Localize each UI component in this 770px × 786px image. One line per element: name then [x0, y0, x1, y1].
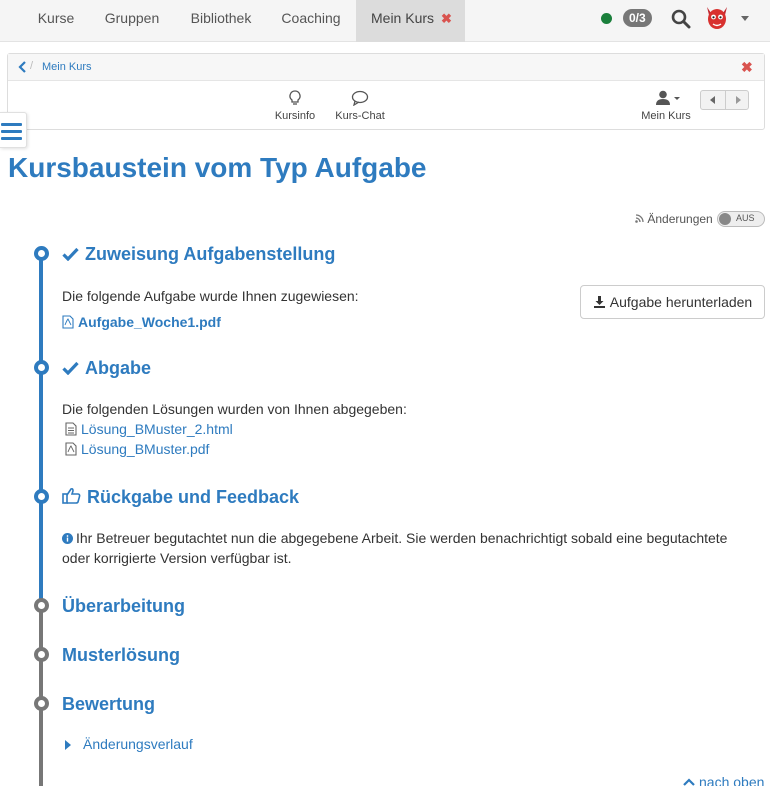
user-icon [656, 90, 680, 105]
notification-count-badge[interactable]: 0/3 [623, 9, 652, 27]
changes-rss-link[interactable]: Änderungen [635, 212, 713, 226]
tab-coaching[interactable]: Coaching [268, 0, 354, 42]
user-avatar[interactable] [704, 4, 730, 32]
assignment-text: Die folgende Aufgabe wurde Ihnen zugewie… [62, 288, 359, 304]
timeline-node-feedback [34, 489, 49, 504]
step-feedback-title: Rückgabe und Feedback [87, 487, 300, 507]
tab-mein-kurs-label: Mein Kurs [371, 10, 435, 26]
hamburger-icon [1, 123, 22, 140]
assignment-file-link[interactable]: Aufgabe_Woche1.pdf [62, 314, 221, 330]
top-navigation: Kurse Gruppen Bibliothek Coaching Mein K… [0, 0, 770, 42]
toggle-state-label: AUS [736, 213, 755, 223]
timeline-node-solution [34, 647, 49, 662]
feedback-info-text-1: Ihr Betreuer begutachtet nun die abgegeb… [76, 530, 728, 546]
step-grading-heading[interactable]: Bewertung [62, 694, 155, 715]
lightbulb-icon [289, 90, 301, 105]
assignment-file-name: Aufgabe_Woche1.pdf [78, 314, 221, 330]
back-chevron-icon[interactable] [17, 60, 29, 74]
kurs-chat-button[interactable]: Kurs-Chat [332, 90, 388, 122]
tab-kurse[interactable]: Kurse [24, 0, 88, 42]
step-revision-heading[interactable]: Überarbeitung [62, 596, 185, 617]
course-menu-toggle[interactable] [0, 112, 27, 148]
chat-bubble-icon [351, 90, 369, 106]
breadcrumb: / Mein Kurs ✖ [8, 54, 764, 81]
close-course-icon[interactable]: ✖ [741, 59, 753, 76]
pdf-file-icon [62, 315, 74, 329]
change-history-toggle[interactable]: Änderungsverlauf [63, 736, 193, 752]
thumbs-up-icon [62, 487, 81, 504]
submission-file-link-html[interactable]: Lösung_BMuster_2.html [65, 421, 233, 437]
mein-kurs-menu-label: Mein Kurs [641, 110, 691, 122]
back-to-top-label: nach oben [699, 774, 765, 786]
download-icon [593, 296, 605, 308]
timeline-node-grading [34, 696, 49, 711]
user-menu-caret-icon[interactable] [741, 16, 749, 21]
tab-mein-kurs[interactable]: Mein Kurs ✖ [356, 0, 465, 42]
kursinfo-label: Kursinfo [274, 110, 316, 122]
timeline-node-assignment [34, 246, 49, 261]
feedback-info-text-2: oder korrigierte Version verfügbar ist. [62, 550, 292, 566]
previous-node-button[interactable] [701, 91, 725, 109]
next-node-button[interactable] [725, 91, 749, 109]
text-file-icon [65, 422, 77, 436]
back-to-top-link[interactable]: nach oben [683, 774, 764, 786]
step-assignment-title: Zuweisung Aufgabenstellung [85, 244, 336, 264]
breadcrumb-separator: / [30, 60, 34, 72]
submission-file-name-html: Lösung_BMuster_2.html [81, 421, 233, 437]
changes-label: Änderungen [647, 212, 713, 226]
change-history-label: Änderungsverlauf [83, 736, 193, 752]
caret-right-icon [65, 740, 71, 750]
kurs-chat-label: Kurs-Chat [335, 110, 385, 122]
step-solution-heading[interactable]: Musterlösung [62, 645, 180, 666]
pdf-file-icon [65, 442, 77, 456]
info-icon [62, 533, 73, 544]
download-assignment-button[interactable]: Aufgabe herunterladen [580, 285, 765, 319]
breadcrumb-mein-kurs[interactable]: Mein Kurs [42, 61, 92, 73]
course-pager [700, 90, 749, 110]
timeline-progress-line [39, 252, 43, 601]
chevron-up-icon [683, 778, 695, 786]
tab-gruppen[interactable]: Gruppen [90, 0, 174, 42]
timeline-node-revision [34, 598, 49, 613]
checkmark-icon [62, 361, 79, 376]
timeline-pending-line [39, 601, 43, 786]
course-toolbar: / Mein Kurs ✖ Kursinfo Kurs-Chat Mein Ku… [7, 53, 765, 130]
page-title: Kursbaustein vom Typ Aufgabe [8, 152, 427, 183]
step-submission-heading[interactable]: Abgabe [62, 358, 151, 379]
submission-text: Die folgenden Lösungen wurden von Ihnen … [62, 401, 407, 417]
step-submission-title: Abgabe [85, 358, 152, 378]
step-feedback-heading[interactable]: Rückgabe und Feedback [62, 487, 299, 508]
submission-file-link-pdf[interactable]: Lösung_BMuster.pdf [65, 441, 209, 457]
feedback-info-line1: Ihr Betreuer begutachtet nun die abgegeb… [62, 530, 727, 546]
toggle-knob [719, 213, 731, 225]
download-assignment-label: Aufgabe herunterladen [609, 294, 753, 310]
search-icon[interactable] [671, 9, 691, 29]
online-status-indicator[interactable] [601, 13, 612, 24]
tab-bibliothek[interactable]: Bibliothek [176, 0, 266, 42]
submission-file-name-pdf: Lösung_BMuster.pdf [81, 441, 210, 457]
mein-kurs-menu-button[interactable]: Mein Kurs [638, 90, 694, 122]
rss-icon [635, 214, 644, 223]
timeline-node-submission [34, 360, 49, 375]
changes-toggle-switch[interactable]: AUS [717, 211, 765, 227]
step-assignment-heading[interactable]: Zuweisung Aufgabenstellung [62, 244, 335, 265]
close-tab-icon[interactable]: ✖ [441, 11, 452, 26]
kursinfo-button[interactable]: Kursinfo [270, 90, 320, 122]
checkmark-icon [62, 247, 79, 262]
